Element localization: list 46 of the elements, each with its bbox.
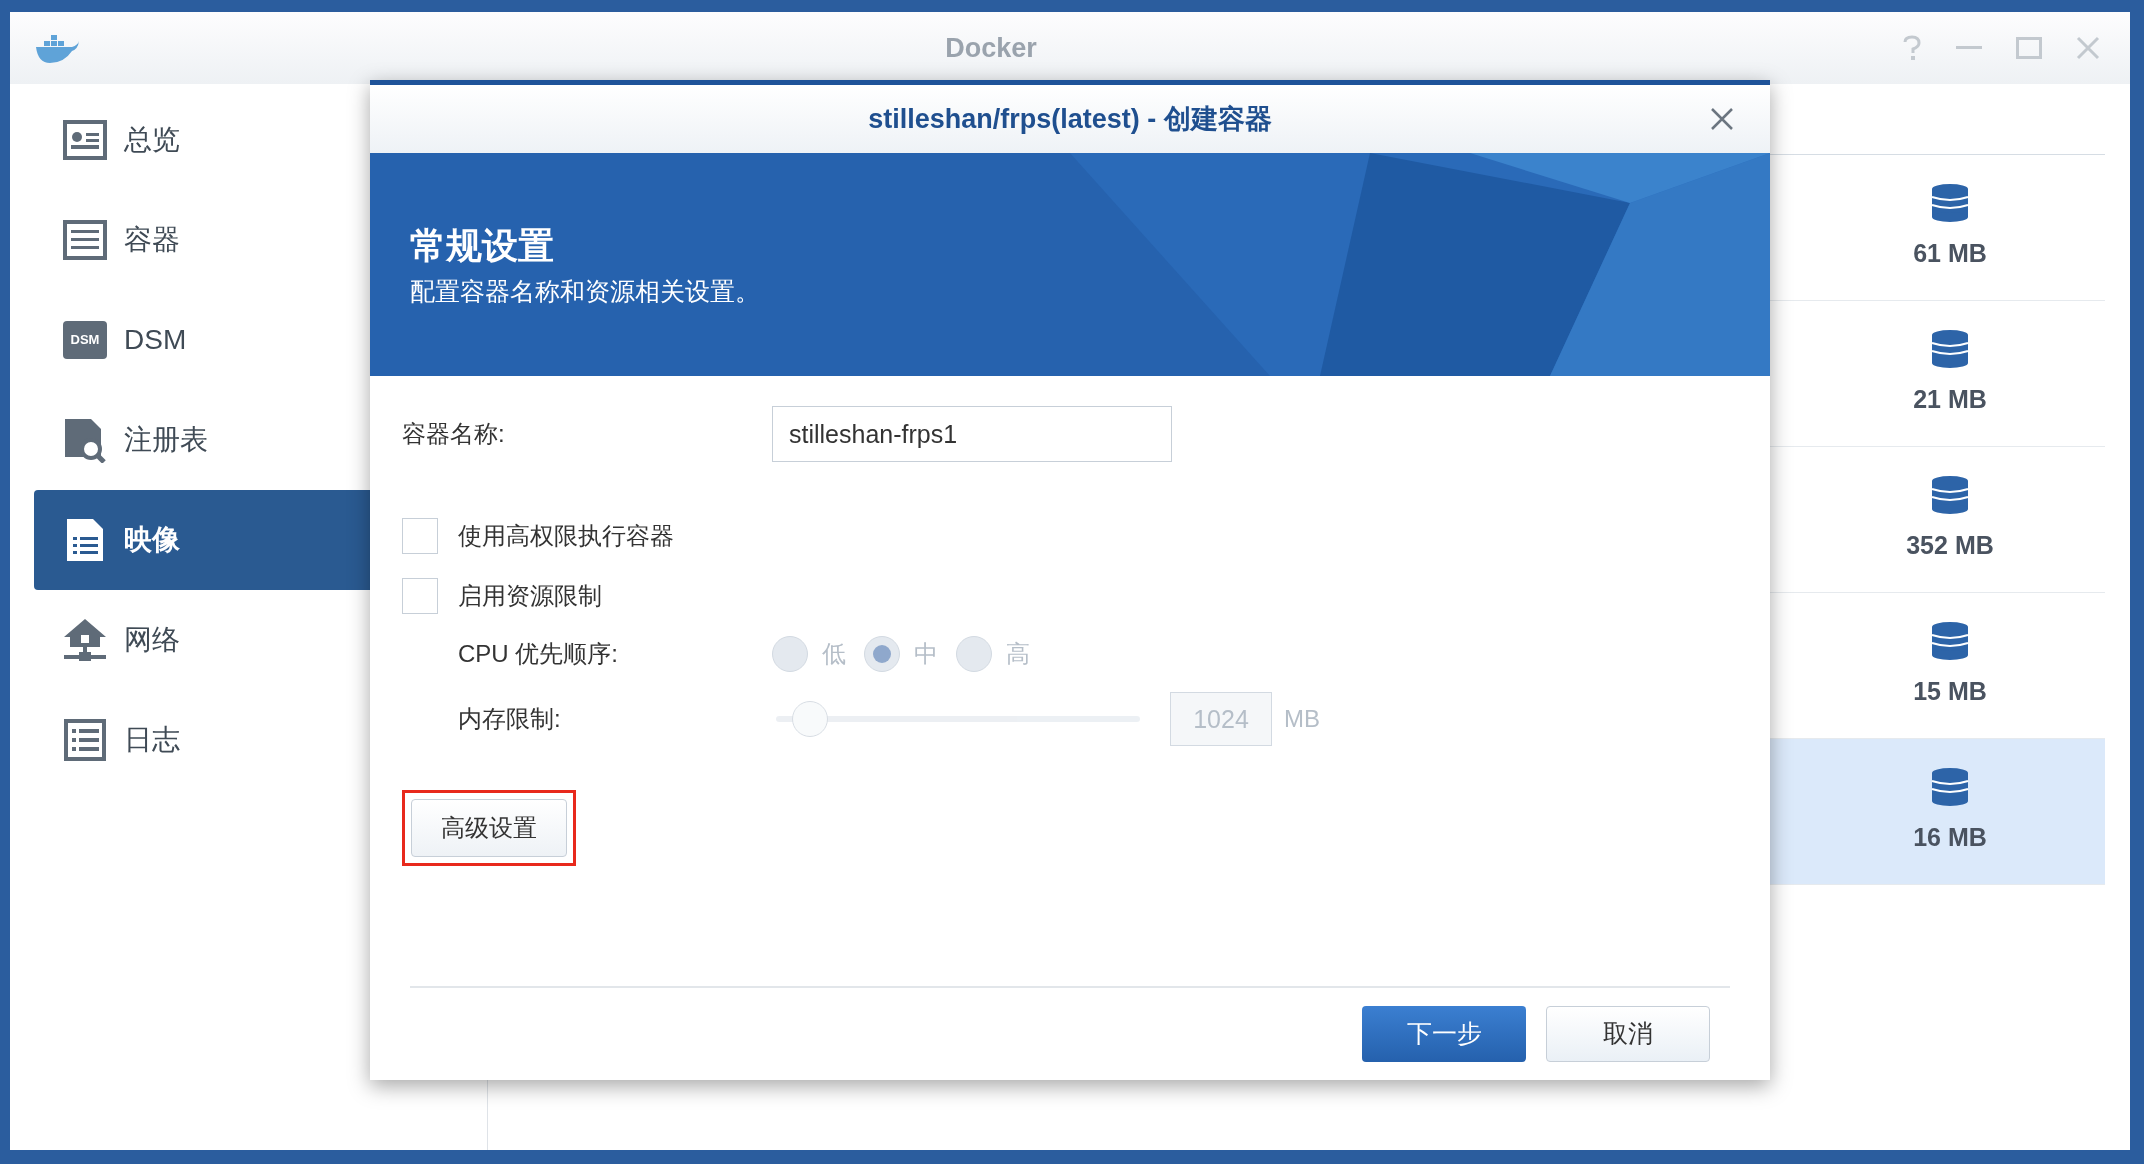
- database-icon: [1931, 766, 1969, 807]
- unit-label: MB: [1284, 704, 1320, 734]
- database-icon: [1931, 474, 1969, 515]
- database-icon: [1931, 182, 1969, 223]
- checkbox[interactable]: [402, 578, 438, 614]
- name-input-field[interactable]: stilleshan-frps1: [772, 406, 1172, 462]
- document-search-icon: [63, 417, 107, 463]
- sidebar-label: 日志: [124, 723, 180, 757]
- image-size: 16 MB: [1913, 821, 1987, 853]
- sidebar-item[interactable]: 总览: [34, 90, 494, 190]
- database-icon: [1931, 620, 1969, 661]
- image-size: 352 MB: [1906, 529, 1994, 561]
- house-network-icon: [62, 617, 108, 663]
- radio-label: 中: [914, 639, 938, 669]
- field-label: 容器名称:: [402, 419, 506, 449]
- image-size: 15 MB: [1913, 675, 1987, 707]
- list-box-icon: [63, 220, 107, 260]
- field-label: 内存限制:: [458, 704, 562, 734]
- banner-heading: 常规设置: [410, 223, 555, 268]
- window-title: Docker: [945, 32, 1037, 63]
- id-card-icon: [63, 120, 107, 160]
- radio-label: 低: [822, 639, 846, 669]
- dsm-icon: DSM: [63, 321, 107, 359]
- document-list-icon: [65, 517, 105, 563]
- sidebar-label: 网络: [124, 623, 180, 657]
- field-label: CPU 优先顺序:: [458, 639, 619, 669]
- image-size: 21 MB: [1913, 383, 1987, 415]
- checkbox[interactable]: [402, 518, 438, 554]
- list-icon: [64, 719, 106, 761]
- minimize-icon[interactable]: [1956, 46, 1982, 50]
- maximize-icon[interactable]: [2016, 37, 2042, 59]
- advanced-settings-button[interactable]: 高级设置: [411, 799, 567, 857]
- database-icon: [1931, 328, 1969, 369]
- next-button[interactable]: 下一步: [1362, 1006, 1526, 1062]
- banner-subtitle: 配置容器名称和资源相关设置。: [410, 275, 761, 307]
- sidebar-label: 注册表: [124, 423, 208, 457]
- dialog-title: stilleshan/frps(latest) - 创建容器: [868, 102, 1272, 136]
- help-icon[interactable]: [1902, 35, 1922, 61]
- image-size: 61 MB: [1913, 237, 1987, 269]
- cancel-button[interactable]: 取消: [1546, 1006, 1710, 1062]
- close-icon[interactable]: [1710, 107, 1734, 131]
- sidebar-label: 总览: [124, 123, 180, 157]
- radio-label: 高: [1006, 639, 1030, 669]
- sidebar-label: 容器: [124, 223, 180, 257]
- sidebar-label: 映像: [124, 523, 180, 557]
- sidebar-label: DSM: [124, 323, 187, 357]
